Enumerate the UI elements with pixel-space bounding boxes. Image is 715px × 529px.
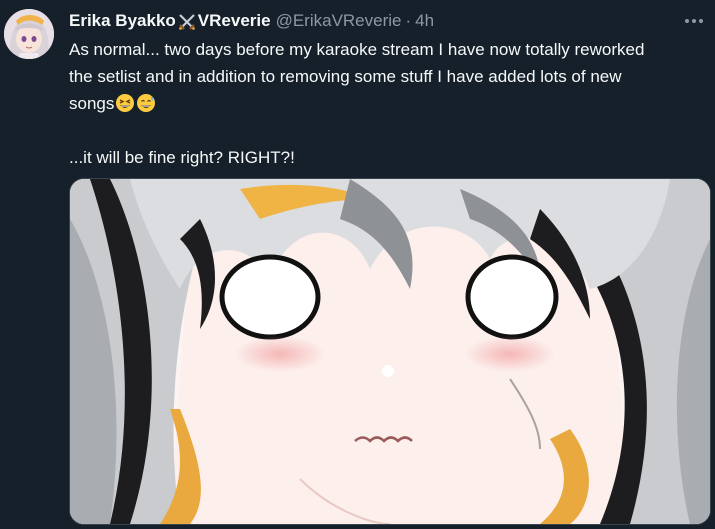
display-name-text: Erika Byakko [69,11,176,30]
display-name-suffix: VReverie [197,11,271,30]
anime-character-shocked-face-icon [70,179,710,524]
timestamp[interactable]: 4h [415,10,434,32]
tweet-text-line-2: ...it will be fine right? RIGHT?! [69,148,295,167]
handle[interactable]: @ErikaVReverie [276,10,402,32]
tweet-header: Erika Byakko VReverie @ErikaVReverie · 4h [69,10,675,32]
more-button[interactable] [681,10,707,32]
tweet-text-line-1: As normal... two days before my karaoke … [69,36,669,117]
media-image[interactable] [69,178,711,525]
display-name[interactable]: Erika Byakko VReverie [69,10,271,32]
crossed-swords-icon [177,12,197,32]
separator-dot: · [405,11,412,30]
more-icon [685,19,703,23]
grinning-squinting-face-icon [115,93,135,113]
avatar[interactable] [4,9,54,59]
tweet: Erika Byakko VReverie @ErikaVReverie · 4h… [0,0,715,529]
anime-avatar-icon [4,9,54,59]
tweet-text: As normal... two days before my karaoke … [69,36,669,171]
grinning-face-with-sweat-icon [136,93,156,113]
